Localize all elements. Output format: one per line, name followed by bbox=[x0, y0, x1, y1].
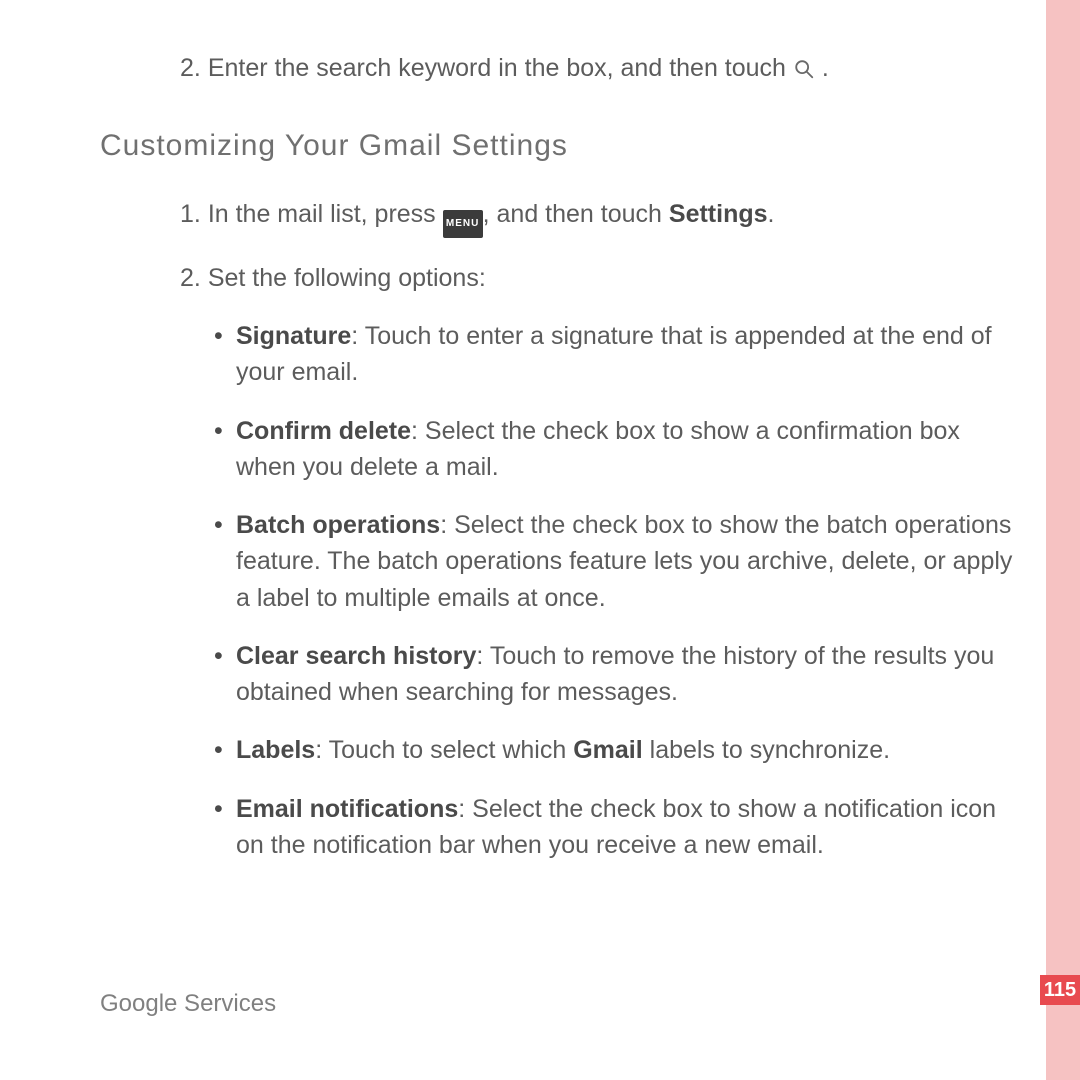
gmail-bold: Gmail bbox=[573, 736, 642, 764]
option-labels-after: labels to synchronize. bbox=[643, 736, 890, 764]
step-1-tail: . bbox=[768, 200, 775, 228]
step-2-text: Set the following options: bbox=[208, 264, 486, 292]
intro-step-number: 2. bbox=[180, 54, 201, 82]
option-confirm-label: Confirm delete bbox=[236, 417, 411, 445]
section-heading: Customizing Your Gmail Settings bbox=[100, 124, 1020, 168]
step-1-number: 1. bbox=[180, 200, 201, 228]
option-list: Signature: Touch to enter a signature th… bbox=[210, 318, 1020, 863]
side-margin-bar bbox=[1046, 0, 1080, 1080]
page-number-tab: 115 bbox=[1040, 975, 1080, 1005]
option-notify-label: Email notifications bbox=[236, 795, 458, 823]
option-labels: Labels: Touch to select which Gmail labe… bbox=[210, 732, 1020, 768]
option-clear-label: Clear search history bbox=[236, 642, 476, 670]
option-clear-search-history: Clear search history: Touch to remove th… bbox=[210, 638, 1020, 711]
option-email-notifications: Email notifications: Select the check bo… bbox=[210, 791, 1020, 864]
step-1: 1. In the mail list, press MENU, and the… bbox=[180, 196, 1020, 238]
step-1-before: In the mail list, press bbox=[208, 200, 443, 228]
option-signature: Signature: Touch to enter a signature th… bbox=[210, 318, 1020, 391]
option-batch-label: Batch operations bbox=[236, 511, 440, 539]
step-2: 2. Set the following options: bbox=[180, 260, 1020, 296]
option-signature-label: Signature bbox=[236, 322, 351, 350]
page-content: 2. Enter the search keyword in the box, … bbox=[100, 50, 1020, 885]
step-1-after: , and then touch bbox=[483, 200, 669, 228]
settings-bold: Settings bbox=[669, 200, 768, 228]
option-confirm-delete: Confirm delete: Select the check box to … bbox=[210, 413, 1020, 486]
intro-step-tail: . bbox=[822, 54, 829, 82]
menu-icon: MENU bbox=[443, 210, 483, 238]
step-2-number: 2. bbox=[180, 264, 201, 292]
footer-chapter-title: Google Services bbox=[100, 990, 276, 1018]
search-icon bbox=[793, 58, 815, 80]
option-labels-label: Labels bbox=[236, 736, 315, 764]
intro-step: 2. Enter the search keyword in the box, … bbox=[180, 50, 1020, 86]
option-batch-operations: Batch operations: Select the check box t… bbox=[210, 507, 1020, 616]
intro-step-text: Enter the search keyword in the box, and… bbox=[208, 54, 793, 82]
option-labels-before: : Touch to select which bbox=[315, 736, 573, 764]
